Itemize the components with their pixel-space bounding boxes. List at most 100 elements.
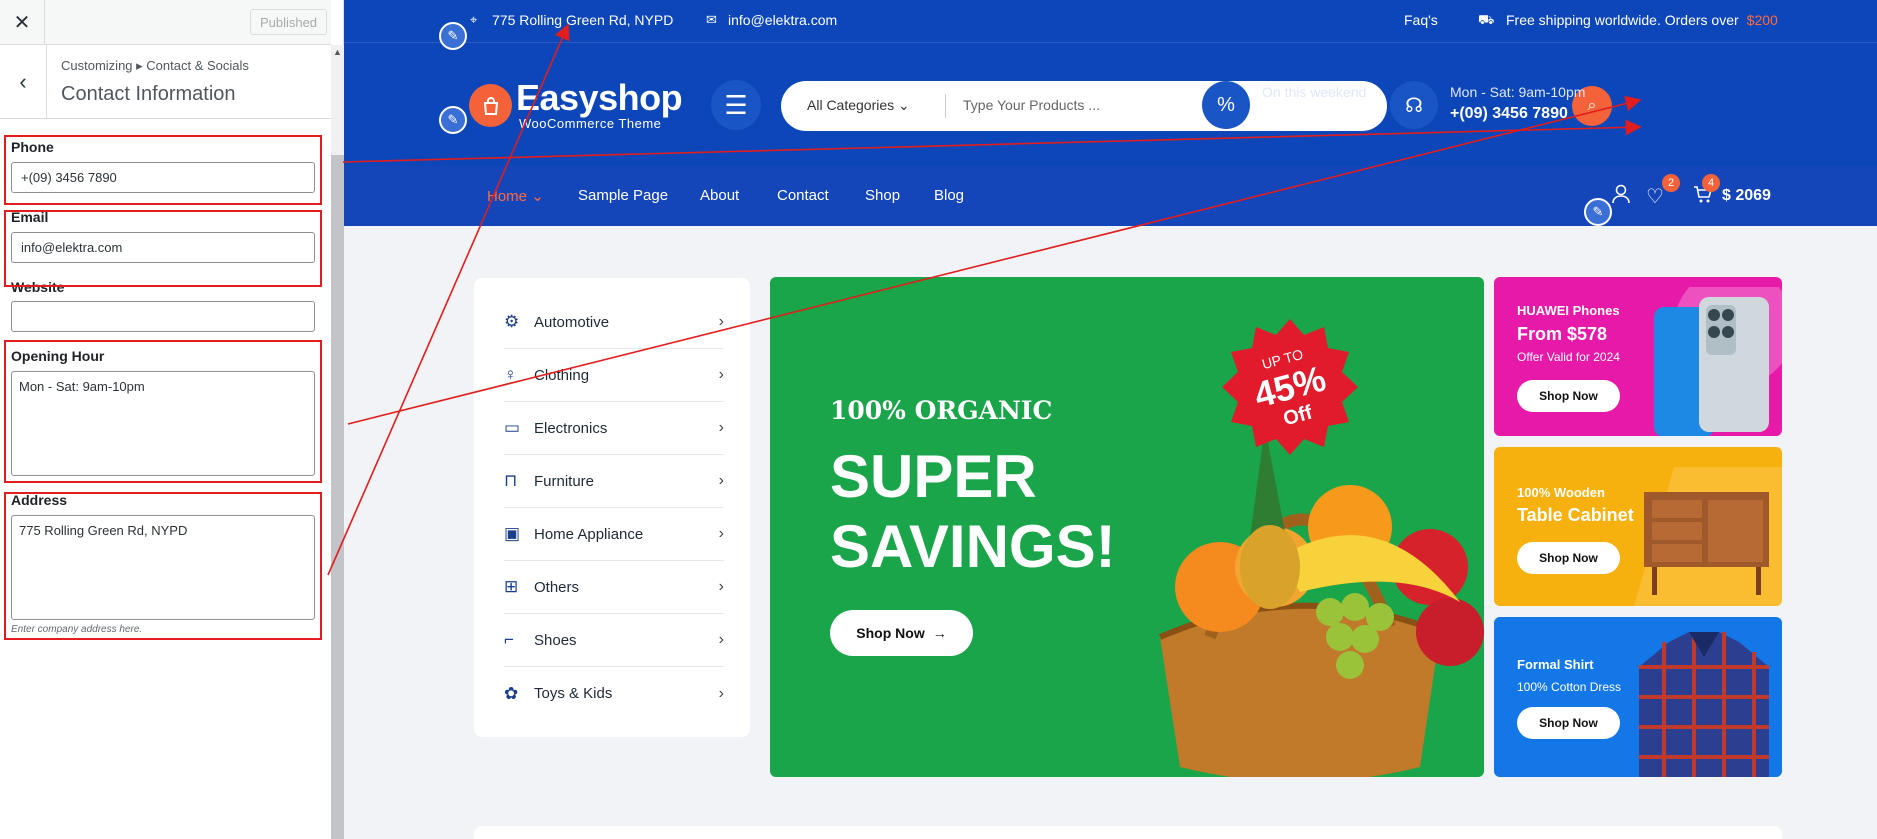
opening-hour-highlight [4, 340, 322, 483]
back-arrow-icon[interactable]: ‹ [0, 45, 47, 119]
scrollbar-thumb[interactable] [331, 155, 344, 839]
menu-icon[interactable]: ☰ [711, 80, 761, 130]
shoe-icon: ⌐ [504, 630, 514, 649]
category-select-label: All Categories [807, 97, 895, 113]
wishlist-count-badge: 2 [1662, 174, 1680, 192]
nav-blog[interactable]: Blog [934, 187, 964, 204]
chevron-down-icon: ⌄ [531, 188, 544, 205]
nav-home-label: Home [487, 188, 528, 205]
nav-sample-page[interactable]: Sample Page [578, 187, 668, 204]
category-label: Automotive [534, 313, 610, 331]
phone-highlight [4, 135, 322, 205]
shop-bag-icon[interactable] [469, 84, 512, 127]
hero-heading-line1: SUPER [830, 443, 1037, 510]
promo-cabinet-eyebrow: 100% Wooden [1517, 485, 1605, 500]
customizer-panel: ✕ Published ‹ Customizing ▸ Contact & So… [0, 0, 344, 839]
headset-icon: ☊ [1390, 81, 1438, 129]
sofa-icon: ⊓ [504, 471, 518, 490]
category-label: Toys & Kids [534, 685, 613, 702]
cart-total[interactable]: $ 2069 [1722, 187, 1771, 205]
category-item-clothing[interactable]: ♀ Clothing › [504, 349, 724, 402]
hero-heading: SUPER SAVINGS! [830, 442, 1116, 582]
next-section-card [474, 826, 1782, 839]
edit-shortcut-pencil-icon[interactable]: ✎ [439, 106, 467, 134]
logo-name[interactable]: Easyshop [516, 77, 683, 119]
section-title: Contact Information [61, 83, 236, 105]
category-label: Others [534, 578, 580, 596]
promo-phones-validity: Offer Valid for 2024 [1517, 350, 1620, 364]
deals-big-text[interactable]: Amazing Deals [1262, 105, 1376, 123]
user-icon[interactable] [1612, 184, 1630, 210]
promo-shirt-subtitle: 100% Cotton Dress [1517, 680, 1622, 694]
promo-phones[interactable]: HUAWEI Phones From $578 Offer Valid for … [1494, 277, 1782, 436]
grid-icon: ⊞ [504, 577, 519, 596]
chevron-right-icon: › [718, 525, 724, 542]
category-item-automotive[interactable]: ⚙ Automotive › [504, 296, 724, 349]
hero-heading-line2: SAVINGS! [830, 513, 1116, 580]
nav-contact[interactable]: Contact [777, 187, 829, 204]
promo-phones-shop-now-button[interactable]: Shop Now [1517, 380, 1620, 412]
heart-icon[interactable]: ♡ [1646, 184, 1664, 209]
promo-shirt-title: Formal Shirt [1517, 657, 1594, 672]
category-label: Furniture [534, 472, 595, 490]
promo-cabinet-shop-now-button[interactable]: Shop Now [1517, 542, 1620, 574]
gear-icon: ⚙ [504, 312, 520, 331]
nav-shop[interactable]: Shop [865, 187, 900, 204]
edit-shortcut-pencil-icon[interactable]: ✎ [439, 22, 467, 50]
section-header: ‹ Customizing ▸ Contact & Socials Contac… [0, 45, 331, 119]
chevron-down-icon: ⌄ [898, 97, 910, 113]
category-select[interactable]: All Categories ⌄ [807, 97, 910, 114]
category-item-home-appliance[interactable]: ▣ Home Appliance › [504, 508, 724, 561]
phone-image [1654, 287, 1782, 436]
category-label: Shoes [534, 631, 577, 649]
washing-machine-icon: ▣ [504, 524, 521, 543]
website-field[interactable] [11, 301, 315, 332]
hero-shop-now-label: Shop Now [856, 625, 925, 641]
mail-icon: ✉ [706, 12, 717, 27]
cabinet-image [1634, 467, 1782, 606]
fruit-basket-image [1158, 427, 1484, 777]
category-item-others[interactable]: ⊞ Others › [504, 561, 724, 614]
chevron-right-icon: › [718, 472, 724, 489]
category-item-furniture[interactable]: ⊓ Furniture › [504, 455, 724, 508]
published-button[interactable]: Published [250, 9, 327, 35]
search-divider [945, 94, 946, 118]
hero-eyebrow: 100% ORGANIC [830, 396, 1053, 425]
customizer-topbar: ✕ Published [0, 0, 331, 45]
chevron-right-icon: › [718, 419, 724, 436]
address-highlight [4, 492, 322, 640]
topbar-address[interactable]: ⌖ 775 Rolling Green Rd, NYPD [470, 12, 673, 28]
logo-tagline: WooCommerce Theme [519, 116, 662, 131]
topbar-email[interactable]: ✉ info@elektra.com [706, 12, 837, 28]
promo-cabinet-title: Table Cabinet [1517, 505, 1634, 525]
promo-shirt[interactable]: Formal Shirt 100% Cotton Dress Shop Now [1494, 617, 1782, 777]
category-label: Electronics [534, 419, 608, 437]
search-input[interactable]: Type Your Products ... [963, 97, 1100, 113]
category-item-electronics[interactable]: ▭ Electronics › [504, 402, 724, 455]
main-nav: Home ⌄ Sample Page About Contact Shop Bl… [344, 166, 1877, 226]
chevron-right-icon: › [718, 313, 724, 330]
category-label: Home Appliance [534, 525, 644, 543]
nav-about[interactable]: About [700, 187, 739, 204]
dress-icon: ♀ [504, 365, 517, 384]
edit-shortcut-pencil-icon[interactable]: ✎ [1584, 198, 1612, 226]
promo-cabinet[interactable]: 100% Wooden Table Cabinet Shop Now [1494, 447, 1782, 606]
category-item-shoes[interactable]: ⌐ Shoes › [504, 614, 724, 667]
scroll-up-icon[interactable]: ▲ [333, 47, 342, 57]
hero-banner[interactable]: 100% ORGANIC SUPER SAVINGS! Shop Now → U… [770, 277, 1484, 777]
close-icon[interactable]: ✕ [0, 0, 45, 44]
site-header: Easyshop WooCommerce Theme ☰ All Categor… [344, 42, 1877, 166]
email-highlight [4, 210, 322, 287]
hero-shop-now-button[interactable]: Shop Now → [830, 610, 973, 656]
nav-home[interactable]: Home ⌄ [487, 187, 544, 205]
category-item-toys-kids[interactable]: ✿ Toys & Kids › [504, 667, 724, 720]
hours-text: Mon - Sat: 9am-10pm [1450, 84, 1586, 100]
chevron-right-icon: › [718, 631, 724, 648]
discount-burst: UP TO 45% Off [1222, 319, 1358, 455]
phone-number[interactable]: +(09) 3456 7890 [1450, 105, 1568, 123]
panel-scrollbar[interactable]: ▲ [331, 45, 344, 839]
location-pin-icon: ⌖ [470, 12, 478, 27]
promo-shirt-shop-now-button[interactable]: Shop Now [1517, 707, 1620, 739]
breadcrumb: Customizing ▸ Contact & Socials [61, 58, 249, 73]
faqs-link[interactable]: Faq's [1404, 12, 1438, 28]
